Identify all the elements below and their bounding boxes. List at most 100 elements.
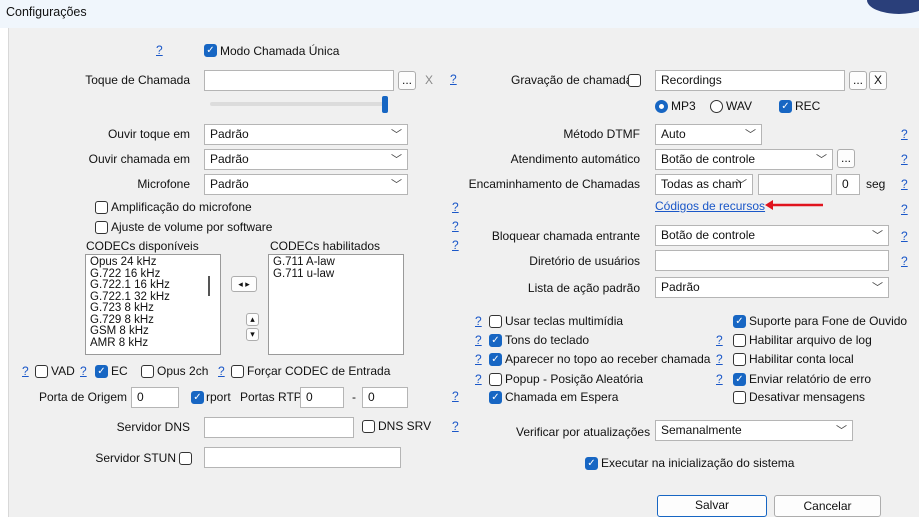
stun-input[interactable] — [204, 447, 401, 468]
feature-codes-link[interactable]: Códigos de recursos — [655, 199, 765, 213]
help-link[interactable]: ? — [80, 364, 87, 378]
list-scrollbar[interactable] — [208, 276, 210, 296]
help-link[interactable]: ? — [716, 352, 723, 366]
log-file-checkbox[interactable] — [733, 334, 746, 347]
rec-enable-checkbox[interactable]: ✓ — [779, 100, 792, 113]
updates-label: Verificar por atualizações — [516, 425, 651, 439]
sw-volume-checkbox[interactable] — [95, 221, 108, 234]
force-codec-checkbox[interactable] — [231, 365, 244, 378]
dns-input[interactable] — [204, 417, 354, 438]
list-item[interactable]: G.711 A-law — [273, 256, 399, 269]
stun-checkbox[interactable] — [179, 452, 192, 465]
forward-label: Encaminhamento de Chamadas — [468, 177, 640, 191]
log-file-label: Habilitar arquivo de log — [749, 333, 872, 347]
save-button[interactable]: Salvar — [657, 495, 767, 517]
help-link[interactable]: ? — [475, 333, 482, 347]
codec-up-button[interactable]: ▴ — [246, 313, 259, 326]
rec-browse-button[interactable]: ... — [849, 71, 867, 90]
multimedia-keys-label: Usar teclas multimídia — [505, 314, 624, 328]
mp3-radio[interactable] — [655, 100, 668, 113]
call-waiting-checkbox[interactable]: ✓ — [489, 391, 502, 404]
rport-checkbox[interactable]: ✓ — [191, 391, 204, 404]
help-link[interactable]: ? — [901, 202, 908, 216]
dtmf-select[interactable]: Auto ﹀ — [655, 124, 762, 145]
rec-checkbox[interactable] — [628, 74, 641, 87]
ring-input[interactable] — [204, 70, 394, 91]
help-link[interactable]: ? — [475, 372, 482, 386]
ring-volume-slider[interactable] — [210, 102, 388, 106]
on-top-checkbox[interactable]: ✓ — [489, 353, 502, 366]
mic-amp-checkbox[interactable] — [95, 201, 108, 214]
list-item[interactable]: GSM 8 kHz — [90, 325, 216, 338]
mic-select[interactable]: Padrão ﹀ — [204, 174, 408, 195]
src-port-input[interactable]: 0 — [131, 387, 179, 408]
chevron-down-icon: ﹀ — [836, 425, 847, 437]
hear-call-select[interactable]: Padrão ﹀ — [204, 149, 408, 170]
error-report-label: Enviar relatório de erro — [749, 372, 872, 386]
ring-browse-button[interactable]: ... — [398, 71, 416, 90]
help-link[interactable]: ? — [716, 333, 723, 347]
help-link[interactable]: ? — [901, 254, 908, 268]
disable-msgs-checkbox[interactable] — [733, 391, 746, 404]
help-link[interactable]: ? — [452, 219, 459, 233]
opus2ch-checkbox[interactable] — [141, 365, 154, 378]
list-item[interactable]: AMR 8 kHz — [90, 337, 216, 350]
key-tones-checkbox[interactable]: ✓ — [489, 334, 502, 347]
headset-checkbox[interactable]: ✓ — [733, 315, 746, 328]
help-link[interactable]: ? — [901, 152, 908, 166]
help-link[interactable]: ? — [452, 238, 459, 252]
hear-ring-select[interactable]: Padrão ﹀ — [204, 124, 408, 145]
ring-volume-thumb[interactable] — [382, 96, 388, 113]
help-link[interactable]: ? — [452, 419, 459, 433]
auto-answer-select[interactable]: Botão de controle ﹀ — [655, 149, 833, 170]
local-account-checkbox[interactable] — [733, 353, 746, 366]
dns-srv-checkbox[interactable] — [362, 420, 375, 433]
ring-clear-button[interactable]: X — [425, 73, 433, 87]
cancel-button[interactable]: Cancelar — [774, 495, 881, 517]
auto-answer-browse-button[interactable]: ... — [837, 149, 855, 168]
rec-clear-button[interactable]: X — [869, 71, 887, 90]
error-report-checkbox[interactable]: ✓ — [733, 373, 746, 386]
list-item[interactable]: G.722.1 16 kHz — [90, 279, 216, 292]
help-link[interactable]: ? — [452, 200, 459, 214]
codecs-available-list[interactable]: Opus 24 kHz G.722 16 kHz G.722.1 16 kHz … — [85, 254, 221, 355]
list-item[interactable]: Opus 24 kHz — [90, 256, 216, 269]
forward-delay-input[interactable]: 0 — [836, 174, 860, 195]
startup-checkbox[interactable]: ✓ — [585, 457, 598, 470]
codec-down-button[interactable]: ▾ — [246, 328, 259, 341]
help-link[interactable]: ? — [901, 229, 908, 243]
multimedia-keys-checkbox[interactable] — [489, 315, 502, 328]
single-call-checkbox[interactable]: ✓ — [204, 44, 217, 57]
help-link[interactable]: ? — [452, 389, 459, 403]
help-link[interactable]: ? — [475, 314, 482, 328]
forward-target-input[interactable] — [758, 174, 832, 195]
codecs-enabled-list[interactable]: G.711 A-law G.711 u-law — [268, 254, 404, 355]
key-tones-label: Tons do teclado — [505, 333, 590, 347]
vad-checkbox[interactable] — [35, 365, 48, 378]
rtp-to-input[interactable]: 0 — [362, 387, 408, 408]
red-arrow-annotation — [763, 198, 833, 212]
updates-select[interactable]: Semanalmente ﹀ — [655, 420, 853, 441]
list-item[interactable]: G.723 8 kHz — [90, 302, 216, 315]
dir-input[interactable] — [655, 250, 889, 271]
ec-checkbox[interactable]: ✓ — [95, 365, 108, 378]
block-select[interactable]: Botão de controle ﹀ — [655, 225, 889, 246]
help-link[interactable]: ? — [901, 127, 908, 141]
dtmf-value: Auto — [661, 127, 686, 141]
help-link[interactable]: ? — [716, 372, 723, 386]
help-link[interactable]: ? — [901, 177, 908, 191]
help-link[interactable]: ? — [450, 72, 457, 86]
rec-path-input[interactable]: Recordings — [655, 70, 845, 91]
list-item[interactable]: G.711 u-law — [273, 268, 399, 281]
wav-radio[interactable] — [710, 100, 723, 113]
denylist-select[interactable]: Padrão ﹀ — [655, 277, 889, 298]
denylist-value: Padrão — [661, 280, 700, 294]
move-codec-button[interactable]: ◂ ▸ — [231, 276, 257, 292]
help-link[interactable]: ? — [156, 43, 163, 57]
help-link[interactable]: ? — [218, 364, 225, 378]
help-link[interactable]: ? — [475, 352, 482, 366]
rtp-from-input[interactable]: 0 — [300, 387, 344, 408]
popup-random-checkbox[interactable] — [489, 373, 502, 386]
forward-select[interactable]: Todas as cham ﹀ — [655, 174, 753, 195]
help-link[interactable]: ? — [22, 364, 29, 378]
